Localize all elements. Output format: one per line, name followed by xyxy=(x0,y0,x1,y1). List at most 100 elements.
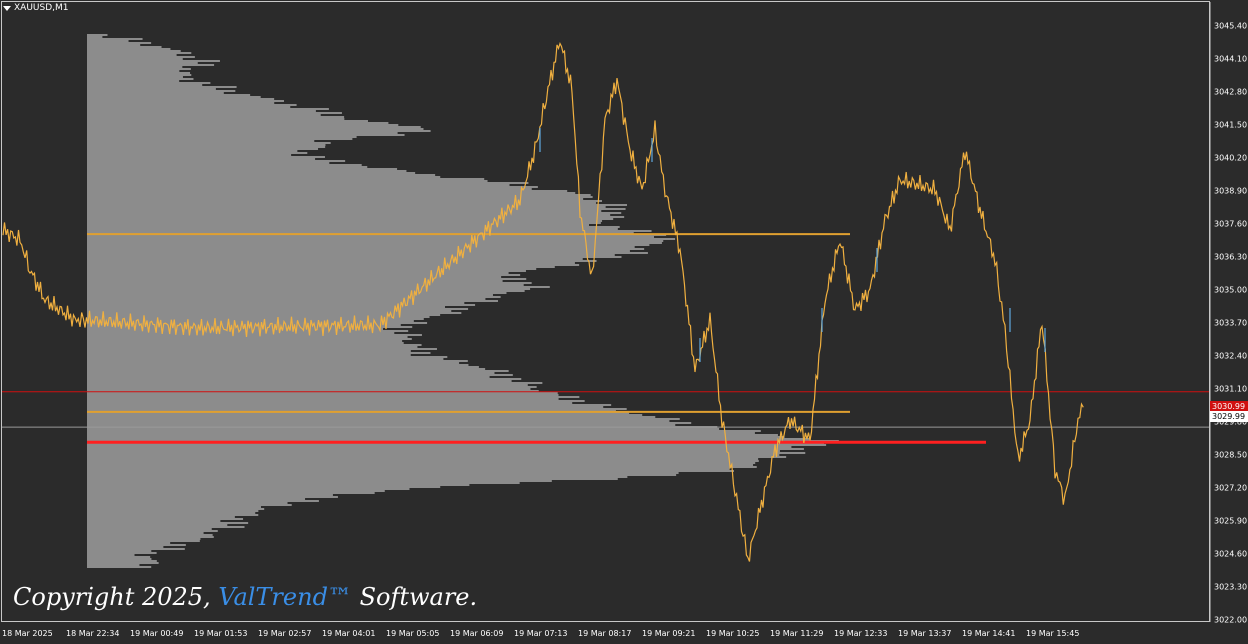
profile-bar xyxy=(87,384,528,386)
profile-bar xyxy=(87,522,249,524)
profile-bar xyxy=(87,246,635,248)
symbol-menu[interactable]: XAUUSD,M1 xyxy=(3,3,69,13)
profile-bar xyxy=(87,342,404,344)
profile-bar xyxy=(87,428,720,430)
profile-bar xyxy=(87,274,521,276)
profile-bar xyxy=(87,380,512,382)
profile-bar xyxy=(87,66,183,68)
profile-bar xyxy=(87,168,398,170)
profile-bar xyxy=(87,402,573,404)
profile-bar xyxy=(87,556,151,558)
profile-bar xyxy=(87,372,495,374)
profile-bar xyxy=(87,164,362,166)
time-tick-label: 18 Mar 22:34 xyxy=(66,629,120,638)
profile-bar xyxy=(87,534,213,536)
profile-bar xyxy=(87,562,159,564)
profile-bar xyxy=(87,498,306,500)
profile-bar xyxy=(87,106,291,108)
profile-bar xyxy=(87,540,200,542)
profile-bar xyxy=(87,210,602,212)
profile-bar xyxy=(87,530,218,532)
profile-bar xyxy=(87,268,537,270)
chart-area[interactable]: XAUUSD,M1 3045.40 3044.10 3042.80 3041.50 30… xyxy=(0,0,1248,644)
price-tick-label: 3031.10 xyxy=(1214,384,1248,394)
profile-bar xyxy=(87,338,412,340)
profile-bar xyxy=(87,34,108,36)
profile-bar xyxy=(87,198,584,200)
profile-bar xyxy=(87,468,730,470)
profile-bar xyxy=(87,276,502,278)
profile-bar xyxy=(87,188,532,190)
price-tick-label: 3041.50 xyxy=(1214,120,1248,130)
profile-bar xyxy=(87,388,531,390)
profile-bar xyxy=(87,518,244,520)
profile-bar xyxy=(87,236,655,238)
time-tick-label: 19 Mar 06:09 xyxy=(450,629,504,638)
profile-bar xyxy=(87,44,141,46)
profile-bar xyxy=(87,358,444,360)
profile-bar xyxy=(87,54,177,56)
profile-bar xyxy=(87,214,611,216)
profile-bar xyxy=(87,244,650,246)
time-tick-label: 19 Mar 13:37 xyxy=(898,629,952,638)
profile-bar xyxy=(87,78,194,80)
profile-bar xyxy=(87,438,810,440)
time-tick-label: 19 Mar 12:33 xyxy=(834,629,888,638)
profile-bar xyxy=(87,350,411,352)
profile-bar xyxy=(87,200,602,202)
profile-bar xyxy=(87,136,357,138)
profile-bar xyxy=(87,400,585,402)
profile-bar xyxy=(87,332,395,334)
price-tick-label: 3036.30 xyxy=(1214,252,1248,262)
profile-bar xyxy=(87,362,460,364)
time-tick-label: 19 Mar 05:05 xyxy=(386,629,440,638)
profile-bar xyxy=(87,454,780,456)
profile-bar xyxy=(87,386,537,388)
profile-bar xyxy=(87,308,469,310)
price-tick-label: 3045.40 xyxy=(1214,21,1248,31)
profile-bar xyxy=(87,122,389,124)
profile-bar xyxy=(87,166,368,168)
time-tick-label: 19 Mar 15:45 xyxy=(1026,629,1080,638)
profile-bar xyxy=(87,290,525,292)
profile-bar xyxy=(87,186,538,188)
profile-bar xyxy=(87,102,275,104)
time-tick-label: 19 Mar 09:21 xyxy=(642,629,696,638)
profile-bar xyxy=(87,156,325,158)
profile-bar xyxy=(87,82,211,84)
profile-bar xyxy=(87,404,612,406)
profile-bar xyxy=(87,88,216,90)
profile-bar xyxy=(87,346,418,348)
profile-bar xyxy=(87,138,353,140)
profile-bar xyxy=(87,264,580,266)
profile-bar xyxy=(87,526,245,528)
profile-bar xyxy=(87,484,470,486)
profile-bar xyxy=(87,566,152,568)
time-tick-label: 19 Mar 01:53 xyxy=(194,629,248,638)
profile-bar xyxy=(87,464,754,466)
price-chart[interactable] xyxy=(0,0,1248,644)
profile-bar xyxy=(87,336,408,338)
profile-bar xyxy=(87,272,509,274)
price-tick-label: 3042.80 xyxy=(1214,87,1248,97)
profile-bar xyxy=(87,50,181,52)
profile-bar xyxy=(87,174,436,176)
profile-bar xyxy=(87,418,680,420)
time-tick-label: 19 Mar 11:29 xyxy=(770,629,824,638)
profile-bar xyxy=(87,144,326,146)
profile-bar xyxy=(87,374,513,376)
profile-bar xyxy=(87,286,550,288)
time-tick-label: 19 Mar 07:13 xyxy=(514,629,568,638)
profile-bar xyxy=(87,92,224,94)
profile-bar xyxy=(87,192,576,194)
profile-bar xyxy=(87,444,827,446)
profile-bar xyxy=(87,312,462,314)
profile-bar xyxy=(87,472,679,474)
profile-bar xyxy=(87,292,507,294)
profile-bar xyxy=(87,370,509,372)
profile-bar xyxy=(87,226,620,228)
profile-bar xyxy=(87,434,778,436)
profile-bar xyxy=(87,552,157,554)
profile-bar xyxy=(87,282,532,284)
profile-bar xyxy=(87,496,338,498)
